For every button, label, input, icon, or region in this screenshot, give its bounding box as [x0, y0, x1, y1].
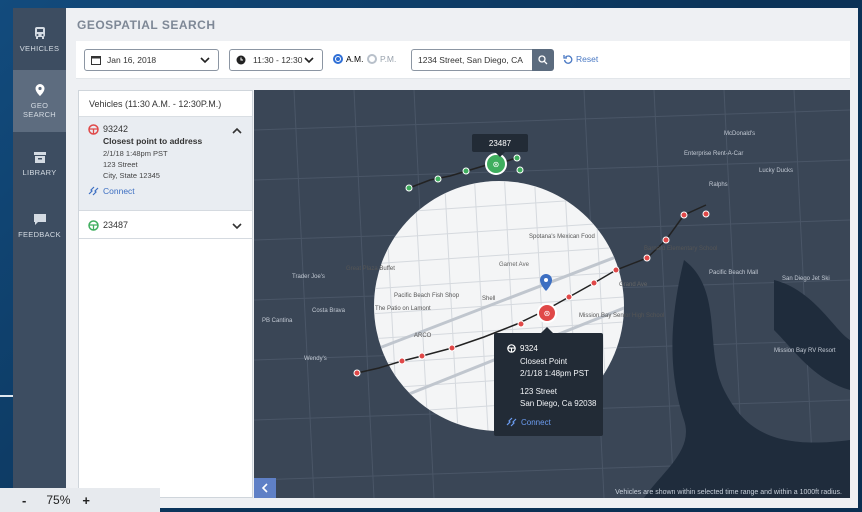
- map-label: McDonald's: [724, 131, 755, 137]
- sidebar-item-label: GEO SEARCH: [22, 101, 57, 119]
- search-icon: [538, 55, 548, 65]
- main-content: GEOSPATIAL SEARCH Jan 16, 2018 11:30 - 1…: [66, 8, 858, 508]
- map-footer-note: Vehicles are shown within selected time …: [615, 489, 842, 496]
- zoom-out-button[interactable]: -: [22, 493, 26, 508]
- radio-unchecked-icon: [367, 54, 377, 64]
- map-label: Lucky Ducks: [759, 168, 793, 174]
- sidebar-item-label: FEEDBACK: [18, 229, 61, 239]
- sidebar-item-geo-search[interactable]: GEO SEARCH: [13, 70, 66, 132]
- map-label: Garnet Ave: [499, 262, 530, 268]
- callout-title: Closest Point: [520, 357, 568, 366]
- map-label: Mission Bay Senior High School: [579, 313, 664, 319]
- vehicle-card-23487[interactable]: 23487: [79, 211, 252, 239]
- address-pin-dot: [544, 278, 548, 282]
- map-label: Pacific Beach Mall: [709, 270, 758, 276]
- time-value: 11:30 - 12:30: [253, 55, 303, 65]
- steering-wheel-icon: ⊛: [544, 309, 551, 318]
- map-pin-icon: [35, 84, 44, 96]
- map-view[interactable]: ⊛ ⊛ Spotana's Mexican Food Great Plaza B…: [254, 90, 850, 498]
- steering-wheel-icon: [88, 124, 99, 135]
- vehicle-callout: 9324 Closest Point 2/1/18 1:48pm PST 123…: [494, 327, 603, 436]
- radio-checked-icon: [333, 54, 343, 64]
- reset-label: Reset: [576, 54, 599, 64]
- vehicle-street: 123 Street: [103, 160, 138, 169]
- connect-link[interactable]: Connect: [88, 186, 135, 196]
- map-label: The Patio on Lamont: [375, 306, 431, 312]
- vehicle-list-panel: Vehicles (11:30 A.M. - 12:30P.M.) 93242 …: [78, 90, 253, 498]
- sidebar-item-vehicles[interactable]: VEHICLES: [13, 8, 66, 70]
- callout-city: San Diego, Ca 92038: [520, 399, 597, 408]
- chevron-left-icon: [261, 483, 268, 493]
- map-label: Costa Brava: [312, 308, 346, 314]
- zoom-in-button[interactable]: +: [82, 493, 90, 508]
- map-label: San Diego Jet Ski: [782, 276, 830, 282]
- vehicle-tooltip: 23487: [472, 134, 528, 157]
- callout-connect-label: Connect: [521, 417, 551, 427]
- address-input[interactable]: [411, 49, 532, 71]
- map-label: Barnard Elementary School: [644, 246, 717, 252]
- archive-icon: [33, 151, 46, 163]
- date-value: Jan 16, 2018: [107, 55, 157, 65]
- sidebar: VEHICLES GEO SEARCH LIBRARY FEEDBACK: [13, 8, 66, 508]
- calendar-icon: [91, 56, 101, 65]
- vehicle-id: 23487: [103, 220, 129, 230]
- am-label: A.M.: [346, 54, 364, 64]
- zoom-level: 75%: [46, 493, 71, 507]
- chevron-down-icon: [304, 57, 314, 64]
- reset-button[interactable]: Reset: [563, 54, 598, 64]
- callout-street: 123 Street: [520, 387, 557, 396]
- connect-icon: [506, 417, 517, 427]
- panel-header: Vehicles (11:30 A.M. - 12:30P.M.): [79, 91, 252, 117]
- steering-wheel-icon: ⊛: [493, 160, 500, 169]
- vehicle-id: 93242: [103, 124, 129, 134]
- callout-time: 2/1/18 1:48pm PST: [520, 369, 589, 378]
- sidebar-item-library[interactable]: LIBRARY: [13, 132, 66, 194]
- pm-radio[interactable]: P.M.: [367, 54, 396, 64]
- chevron-down-icon: [200, 57, 210, 64]
- page-title: GEOSPATIAL SEARCH: [77, 18, 216, 32]
- connect-icon: [88, 186, 99, 196]
- steering-wheel-icon: [88, 220, 99, 231]
- map-label: PB Cantina: [262, 318, 293, 324]
- map-label: Trader Joe's: [292, 274, 325, 280]
- sidebar-item-label: LIBRARY: [22, 167, 57, 177]
- map-label: Ralphs: [709, 182, 728, 188]
- map-label: Wendy's: [304, 356, 327, 362]
- bus-icon: [34, 26, 45, 39]
- date-select[interactable]: Jan 16, 2018: [84, 49, 219, 71]
- sidebar-item-feedback[interactable]: FEEDBACK: [13, 194, 66, 256]
- map-label: Enterprise Rent-A-Car: [684, 151, 743, 157]
- map-label: Mission Bay RV Resort: [774, 348, 836, 354]
- sidebar-item-label: VEHICLES: [19, 43, 60, 53]
- map-label: ARCO: [414, 333, 432, 339]
- chevron-up-icon[interactable]: [231, 125, 243, 137]
- chevron-down-icon[interactable]: [231, 220, 243, 232]
- am-radio[interactable]: A.M.: [333, 54, 363, 64]
- callout-vehicle-id: 9324: [520, 344, 538, 353]
- vehicle-time: 2/1/18 1:48pm PST: [103, 149, 168, 158]
- zoom-control: - 75% +: [0, 488, 160, 512]
- map-label: Great Plaza Buffet: [346, 266, 395, 272]
- vehicle-title: Closest point to address: [103, 136, 203, 146]
- collapse-panel-button[interactable]: [254, 478, 276, 498]
- map-label: Spotana's Mexican Food: [529, 234, 595, 240]
- callout-connect-link[interactable]: Connect: [506, 417, 551, 427]
- map-label: Shell: [482, 296, 495, 302]
- chat-icon: [33, 213, 46, 225]
- map-label: Pacific Beach Fish Shop: [394, 293, 460, 299]
- connect-label: Connect: [103, 186, 135, 196]
- vehicle-card-93242[interactable]: 93242 Closest point to address 2/1/18 1:…: [79, 117, 252, 211]
- pm-label: P.M.: [380, 54, 397, 64]
- search-toolbar: Jan 16, 2018 11:30 - 12:30 A.M. P.M. 123…: [76, 41, 850, 79]
- reset-icon: [563, 55, 573, 64]
- time-range-select[interactable]: 11:30 - 12:30: [229, 49, 323, 71]
- vehicle-city: City, State 12345: [103, 171, 160, 180]
- map-label: Grand Ave: [619, 282, 648, 288]
- app-window: VEHICLES GEO SEARCH LIBRARY FEEDBACK GEO…: [13, 8, 858, 508]
- steering-wheel-icon: [507, 344, 516, 353]
- search-button[interactable]: [532, 49, 554, 71]
- clock-icon: [236, 55, 246, 65]
- map-canvas: ⊛ ⊛ Spotana's Mexican Food Great Plaza B…: [254, 90, 850, 498]
